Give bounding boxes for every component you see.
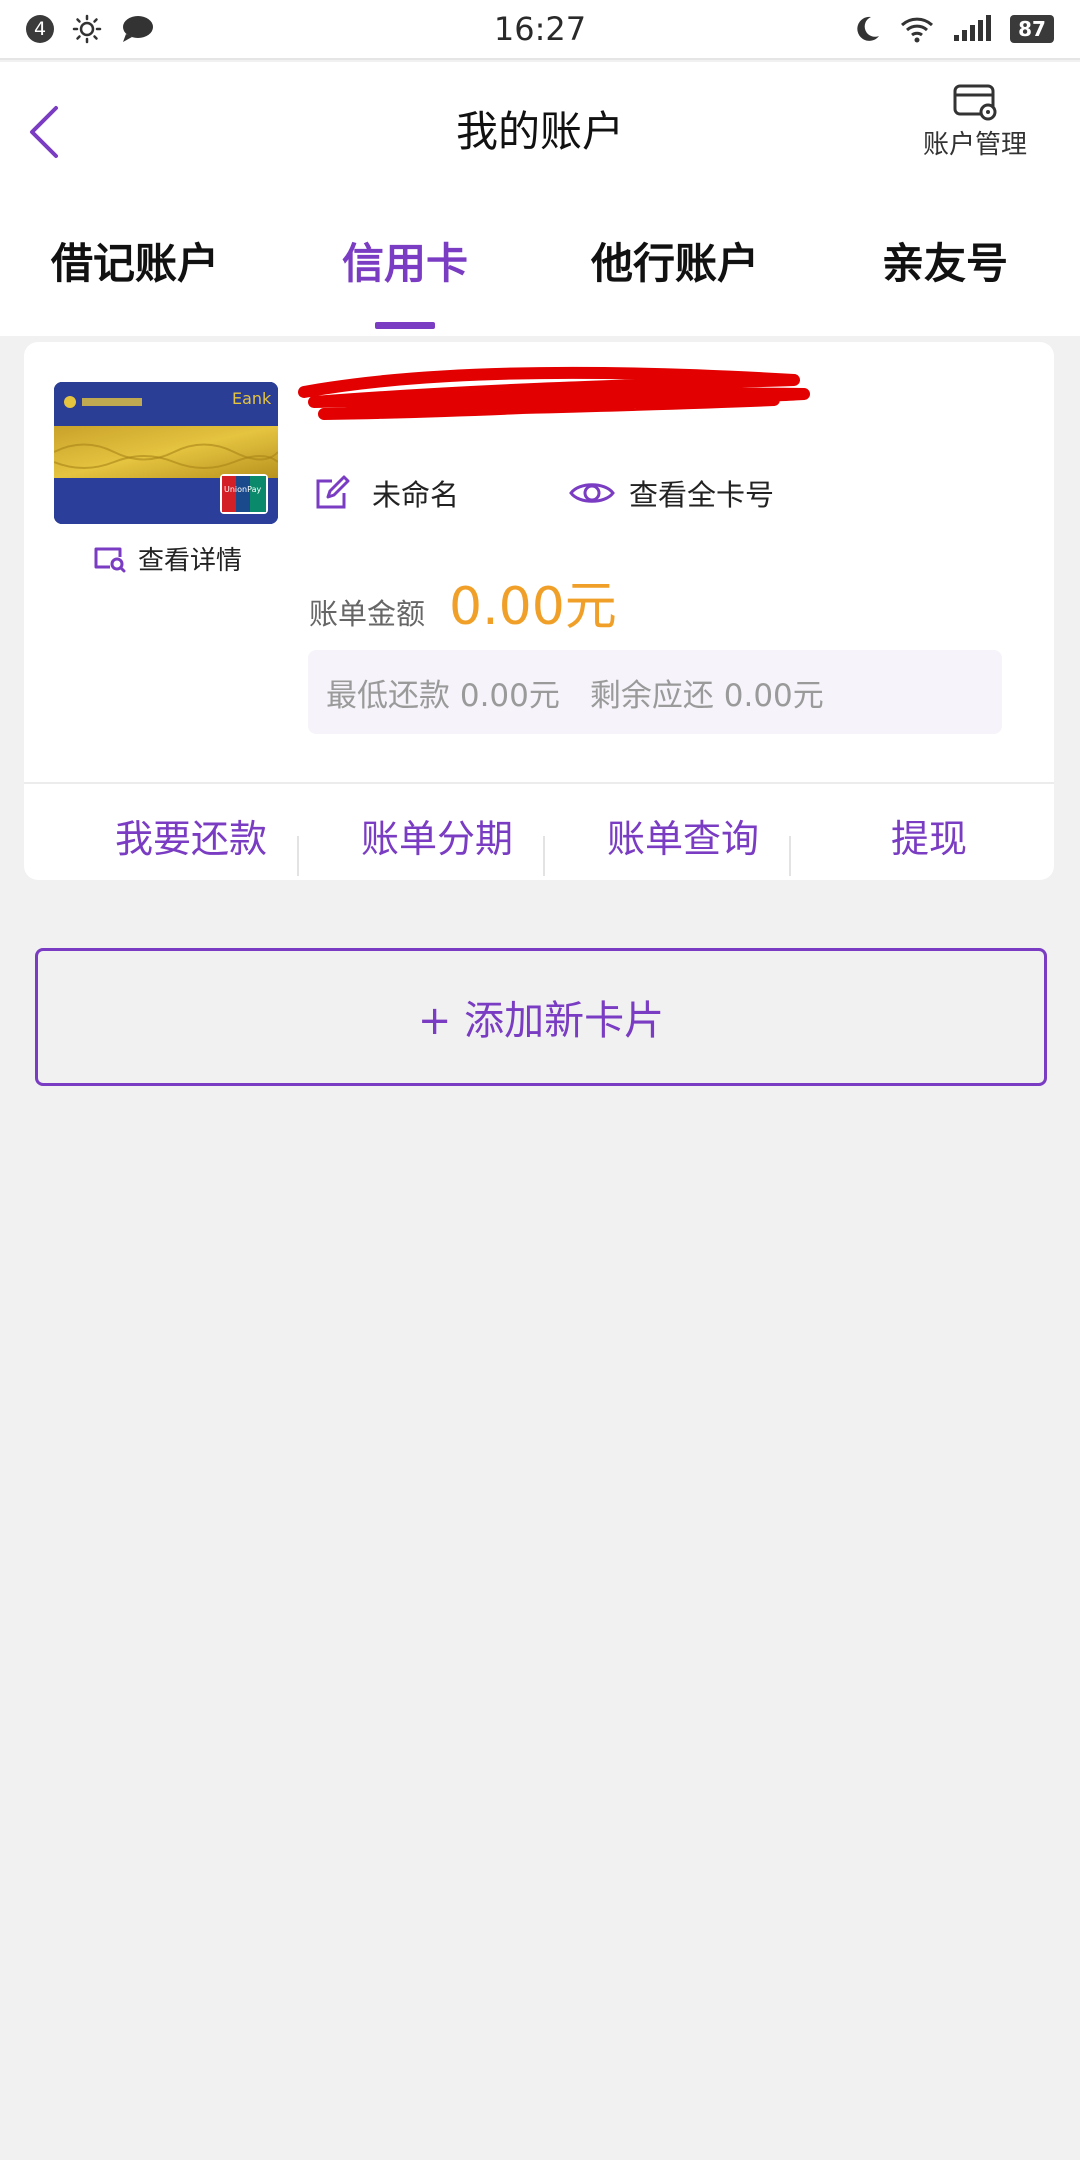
tab-other-bank-account[interactable]: 他行账户 xyxy=(540,230,810,291)
status-bar: 4 16:27 87 xyxy=(0,0,1080,60)
min-payment-text: 最低还款 0.00元 xyxy=(326,677,560,714)
status-right: 87 xyxy=(852,14,1054,44)
rename-card-button[interactable]: 未命名 xyxy=(314,472,459,514)
account-manage-label: 账户管理 xyxy=(922,130,1027,160)
bill-amount-value: 0.00元 xyxy=(449,577,617,637)
bill-query-button[interactable]: 账单查询 xyxy=(560,808,806,863)
wifi-icon xyxy=(900,17,934,43)
view-detail-button[interactable]: 查看详情 xyxy=(92,540,242,577)
battery-indicator: 87 xyxy=(1010,15,1054,43)
card-action-row: 我要还款 账单分期 账单查询 提现 xyxy=(24,784,1054,880)
signal-icon xyxy=(954,15,991,41)
repay-button[interactable]: 我要还款 xyxy=(68,808,314,863)
repayment-info-box: 最低还款 0.00元 剩余应还 0.00元 xyxy=(308,650,1002,734)
action-separator xyxy=(297,836,299,876)
add-new-card-button[interactable]: + 添加新卡片 xyxy=(35,948,1047,1086)
eye-icon xyxy=(569,483,615,503)
credit-card-panel: Eank UnionPay 未命名 查看全卡号 查看详情 账单金额 0.00元 … xyxy=(24,342,1054,880)
account-tabs: 借记账户 信用卡 他行账户 亲友号 xyxy=(0,200,1080,336)
tab-credit-card[interactable]: 信用卡 xyxy=(270,230,540,291)
withdraw-button[interactable]: 提现 xyxy=(806,808,1052,863)
view-full-number-label: 查看全卡号 xyxy=(629,478,775,512)
card-name-label: 未命名 xyxy=(372,478,460,512)
tab-family-account[interactable]: 亲友号 xyxy=(810,230,1080,291)
action-separator xyxy=(789,836,791,876)
card-number-redaction xyxy=(298,366,810,420)
svg-text:Eank: Eank xyxy=(232,389,272,408)
card-settings-icon xyxy=(953,84,997,121)
active-tab-indicator xyxy=(375,322,435,329)
view-full-number-button[interactable]: 查看全卡号 xyxy=(569,472,774,514)
action-separator xyxy=(543,836,545,876)
edit-icon xyxy=(316,475,350,509)
credit-card-picture: Eank UnionPay xyxy=(54,382,278,524)
bill-amount-label: 账单金额 xyxy=(309,597,426,631)
installment-button[interactable]: 账单分期 xyxy=(314,808,560,863)
remaining-due-text: 剩余应还 0.00元 xyxy=(589,677,824,714)
bill-amount-row: 账单金额 0.00元 xyxy=(309,564,617,639)
do-not-disturb-moon-icon xyxy=(857,16,879,41)
tab-debit-account[interactable]: 借记账户 xyxy=(0,230,270,291)
card-image[interactable]: Eank UnionPay xyxy=(54,382,278,524)
card-search-icon xyxy=(94,547,126,572)
svg-text:UnionPay: UnionPay xyxy=(224,485,261,494)
view-detail-label: 查看详情 xyxy=(138,546,243,576)
account-manage-button[interactable]: 账户管理 xyxy=(900,82,1050,192)
